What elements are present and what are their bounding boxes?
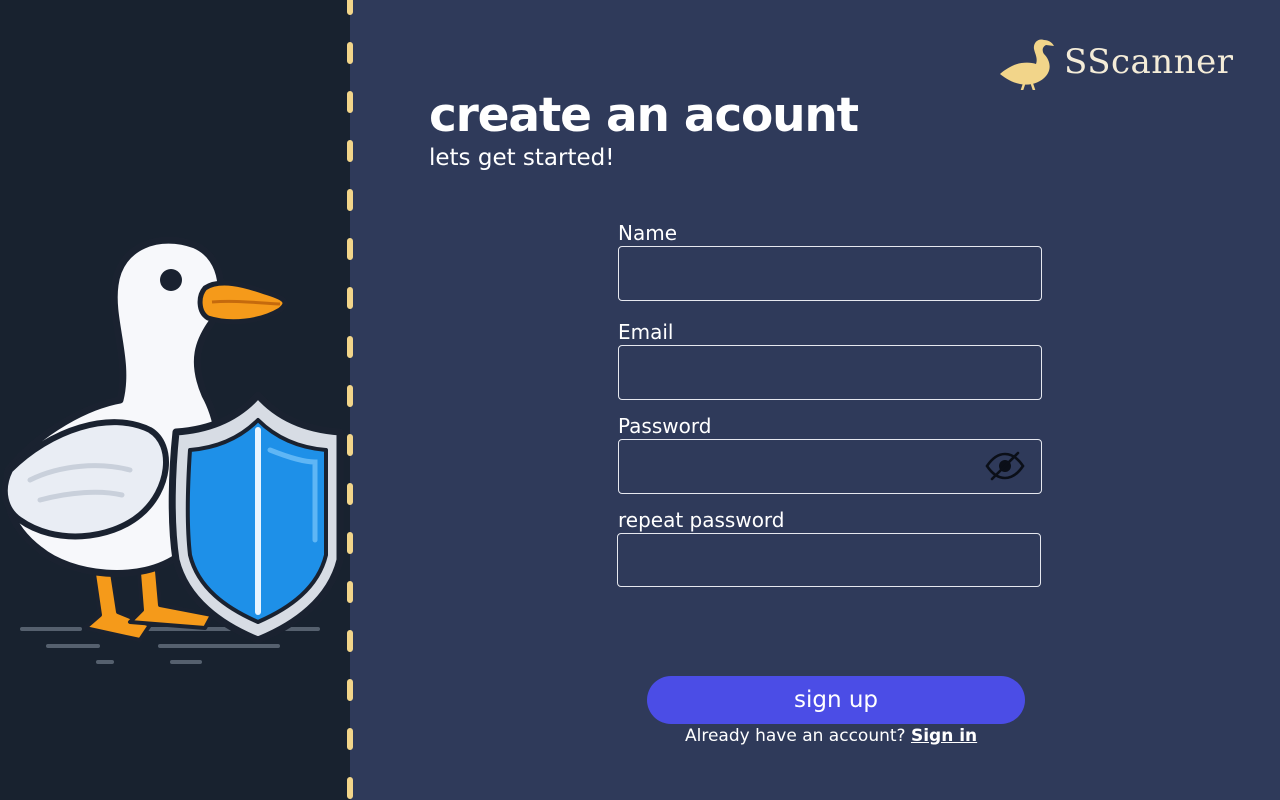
signup-page: SScanner create an acount lets get start…: [0, 0, 1280, 800]
repeat-password-label: repeat password: [618, 508, 785, 532]
page-subtitle: lets get started!: [429, 145, 615, 171]
brand-name: SScanner: [1064, 42, 1234, 82]
goose-shield-illustration: [1, 236, 344, 664]
name-label: Name: [618, 221, 678, 245]
signin-prompt: Already have an account? Sign in: [685, 726, 977, 746]
page-title: create an acount: [429, 88, 859, 143]
signin-prompt-text: Already have an account?: [685, 726, 906, 746]
email-label: Email: [618, 320, 674, 344]
eye-slash-icon[interactable]: [984, 450, 1026, 482]
repeat-password-input[interactable]: [617, 533, 1041, 587]
sign-in-link[interactable]: Sign in: [911, 726, 977, 746]
dashed-divider: [347, 0, 353, 800]
name-input[interactable]: [618, 246, 1042, 301]
email-input[interactable]: [618, 345, 1042, 400]
sign-up-button[interactable]: sign up: [647, 676, 1025, 724]
brand: SScanner: [1000, 34, 1233, 90]
password-input[interactable]: [618, 439, 1042, 494]
password-label: Password: [618, 414, 712, 438]
duck-logo-icon: [1000, 39, 1054, 90]
illustration-panel: [0, 0, 350, 800]
